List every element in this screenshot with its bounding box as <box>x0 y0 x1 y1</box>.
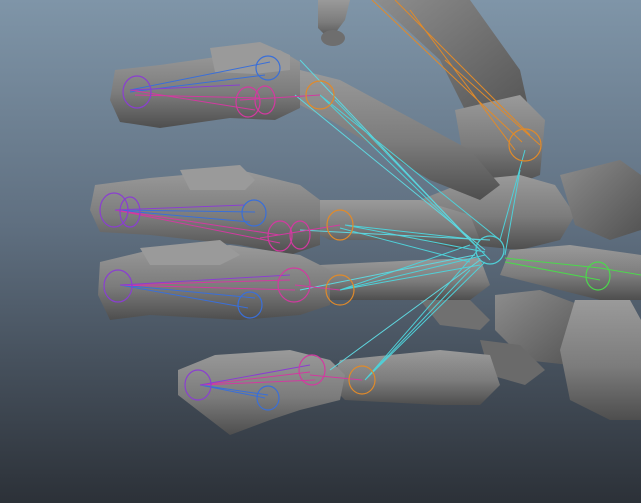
index-finger-bones[interactable] <box>110 42 300 128</box>
hand-rig-scene[interactable] <box>0 0 641 503</box>
pinky-finger-bones[interactable] <box>178 350 345 435</box>
3d-viewport[interactable] <box>0 0 641 503</box>
